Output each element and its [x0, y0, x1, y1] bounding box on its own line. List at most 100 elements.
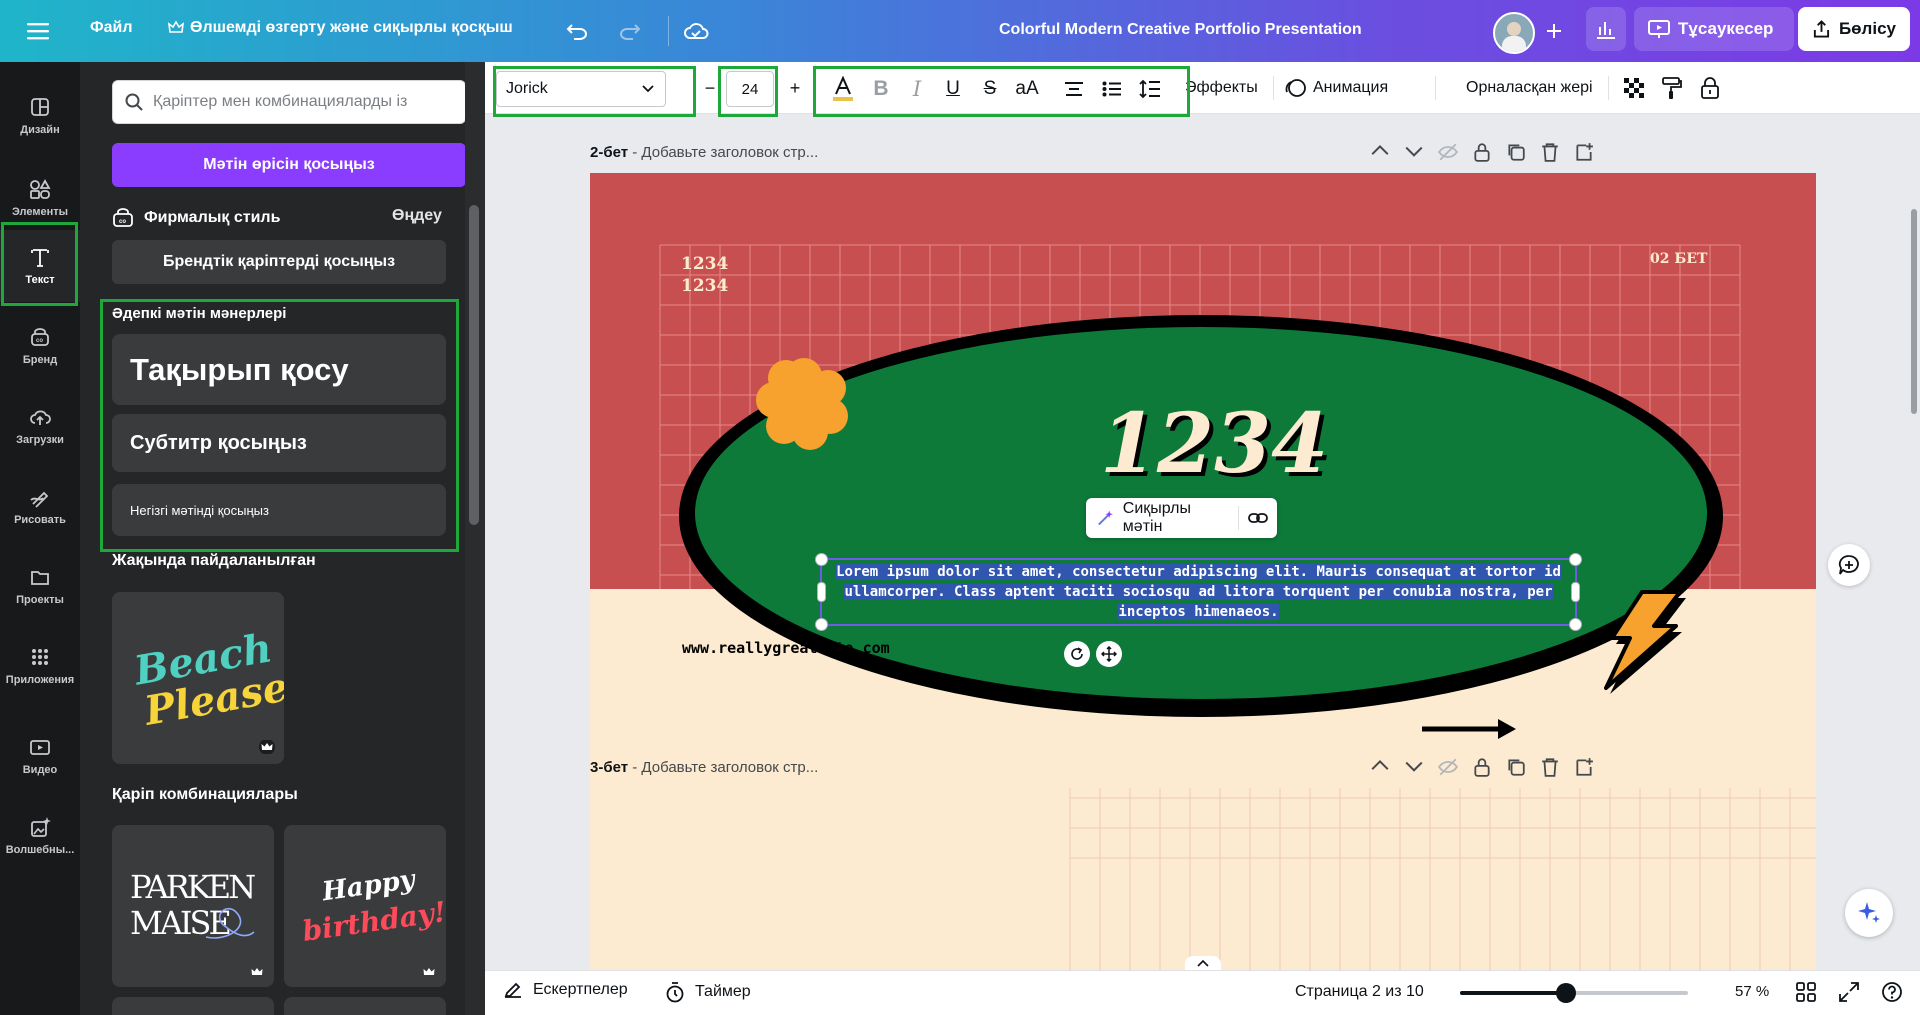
recent-font-card[interactable]: Beach Please: [112, 592, 284, 764]
chevron-up-icon[interactable]: [1370, 757, 1390, 777]
effects-button[interactable]: Эффекты: [1185, 75, 1258, 101]
file-menu[interactable]: Файл: [90, 19, 133, 37]
page-3-title-input[interactable]: - Добавьте заголовок стр...: [632, 759, 818, 776]
timer-button[interactable]: Таймер: [665, 981, 751, 1003]
add-body-text-item[interactable]: Негізгі мәтінді қосыңыз: [112, 484, 446, 536]
transparency-icon[interactable]: [1619, 73, 1649, 103]
animation-button[interactable]: Анимация: [1285, 75, 1388, 101]
resize-handle[interactable]: [815, 553, 828, 566]
zoom-percentage[interactable]: 57 %: [1735, 983, 1769, 1000]
insights-button[interactable]: [1586, 7, 1626, 51]
magic-text-button[interactable]: Сиқырлы мәтін: [1086, 498, 1238, 538]
fullscreen-icon[interactable]: [1838, 981, 1862, 1005]
lock-page-icon[interactable]: [1472, 757, 1492, 777]
italic-button[interactable]: I: [901, 74, 933, 104]
rail-item-design[interactable]: Дизайн: [0, 80, 80, 152]
zoom-slider-knob[interactable]: [1556, 983, 1576, 1003]
website-text[interactable]: www.reallygreatsite.com: [682, 639, 890, 657]
bulleted-list-icon[interactable]: [1097, 74, 1127, 104]
expand-pages-chevron[interactable]: [1185, 956, 1221, 970]
increase-font-size-button[interactable]: +: [785, 75, 805, 101]
duplicate-page-icon[interactable]: [1506, 142, 1526, 162]
combo-card-partial[interactable]: [284, 997, 446, 1015]
page-2-title-input[interactable]: - Добавьте заголовок стр...: [632, 144, 818, 161]
rotate-handle[interactable]: [1064, 641, 1090, 667]
cloud-saved-icon[interactable]: [680, 15, 712, 47]
font-family-select[interactable]: Jorick: [496, 71, 666, 107]
text-color-button[interactable]: [825, 72, 861, 106]
bold-button[interactable]: B: [865, 74, 897, 104]
link-icon[interactable]: [1239, 498, 1277, 538]
combo-card-birthday[interactable]: Happy birthday!: [284, 825, 448, 987]
resize-handle[interactable]: [1569, 618, 1582, 631]
rail-item-video[interactable]: Видео: [0, 720, 80, 792]
rail-item-magic-media[interactable]: Волшебны...: [0, 800, 80, 872]
zoom-slider-track[interactable]: [1460, 983, 1688, 1003]
lock-page-icon[interactable]: [1472, 142, 1492, 162]
chevron-down-icon[interactable]: [1404, 142, 1424, 162]
canvas-scrollbar-thumb[interactable]: [1911, 209, 1917, 414]
line-spacing-icon[interactable]: [1135, 74, 1165, 104]
grid-view-icon[interactable]: [1795, 981, 1819, 1005]
page-indicator[interactable]: Страница 2 из 10: [1295, 983, 1424, 1001]
undo-icon[interactable]: [562, 16, 592, 46]
resize-handle[interactable]: [1569, 553, 1582, 566]
rail-item-text[interactable]: Текст: [0, 230, 80, 302]
decrease-font-size-button[interactable]: −: [700, 75, 720, 101]
add-page-icon[interactable]: [1574, 757, 1594, 777]
duplicate-page-icon[interactable]: [1506, 757, 1526, 777]
rail-item-upload-cloud[interactable]: Загрузки: [0, 390, 80, 462]
rail-item-folder[interactable]: Проекты: [0, 550, 80, 622]
resize-handle-side[interactable]: [1571, 582, 1580, 602]
align-center-icon[interactable]: [1059, 74, 1089, 104]
chevron-up-icon[interactable]: [1370, 142, 1390, 162]
slide-body-text[interactable]: Lorem ipsum dolor sit amet, consectetur …: [824, 562, 1573, 622]
lock-icon[interactable]: [1695, 73, 1725, 103]
notes-button[interactable]: Ескертпелер: [503, 981, 628, 999]
resize-handle[interactable]: [815, 618, 828, 631]
redo-icon[interactable]: [615, 16, 645, 46]
resize-handle-side[interactable]: [817, 582, 826, 602]
selected-textbox[interactable]: Lorem ipsum dolor sit amet, consectetur …: [815, 553, 1582, 631]
slide-page-number[interactable]: 02 БЕТ: [1650, 251, 1707, 267]
hide-eye-icon[interactable]: [1438, 757, 1458, 777]
share-button[interactable]: Бөлісу: [1798, 7, 1910, 51]
rail-item-draw[interactable]: Рисовать: [0, 470, 80, 542]
combo-card-partial[interactable]: [112, 997, 274, 1015]
move-handle[interactable]: [1096, 641, 1122, 667]
brand-style-edit-link[interactable]: Өңдеу: [392, 207, 442, 225]
big-number-text[interactable]: 1234: [1100, 403, 1328, 485]
help-icon[interactable]: [1881, 981, 1905, 1005]
delete-page-icon[interactable]: [1540, 142, 1560, 162]
strikethrough-button[interactable]: S: [974, 74, 1006, 104]
copy-style-paint-roller-icon[interactable]: [1657, 73, 1687, 103]
font-size-input[interactable]: 24: [726, 71, 774, 107]
add-subheading-item[interactable]: Субтитр қосыңыз: [112, 414, 446, 472]
slide-corner-number-1[interactable]: 1234: [681, 253, 728, 275]
add-comment-button[interactable]: [1828, 544, 1870, 586]
font-search-field[interactable]: Қаріптер мен комбинацияларды із: [112, 80, 466, 124]
add-page-icon[interactable]: [1574, 142, 1594, 162]
document-title[interactable]: Colorful Modern Creative Portfolio Prese…: [999, 21, 1362, 39]
add-textbox-button[interactable]: Мәтін өрісін қосыңыз: [112, 143, 466, 187]
slide-corner-number-2[interactable]: 1234: [681, 275, 728, 297]
position-button[interactable]: Орналасқан жері: [1466, 75, 1593, 101]
add-collaborator-icon[interactable]: [1540, 17, 1568, 45]
rail-item-elements[interactable]: Элементы: [0, 162, 80, 234]
hamburger-icon[interactable]: [24, 17, 52, 45]
hide-eye-icon[interactable]: [1438, 142, 1458, 162]
add-heading-item[interactable]: Тақырып қосу: [112, 334, 446, 405]
avatar[interactable]: [1493, 12, 1535, 54]
magic-assistant-button[interactable]: [1845, 889, 1893, 937]
letter-case-button[interactable]: aA: [1009, 74, 1045, 104]
panel-scrollbar-thumb[interactable]: [469, 205, 479, 525]
combo-card-parken[interactable]: PARKEN MAISE: [112, 825, 274, 987]
resize-magic-switch[interactable]: Өлшемді өзгерту және сиқырлы қосқыш: [168, 19, 513, 37]
rail-item-brand[interactable]: co Бренд: [0, 310, 80, 382]
underline-button[interactable]: U: [937, 74, 969, 104]
present-button[interactable]: Тұсаукесер: [1634, 7, 1794, 51]
slide-page-3[interactable]: [590, 788, 1816, 970]
rail-item-apps-grid[interactable]: Приложения: [0, 630, 80, 702]
chevron-down-icon[interactable]: [1404, 757, 1424, 777]
delete-page-icon[interactable]: [1540, 757, 1560, 777]
